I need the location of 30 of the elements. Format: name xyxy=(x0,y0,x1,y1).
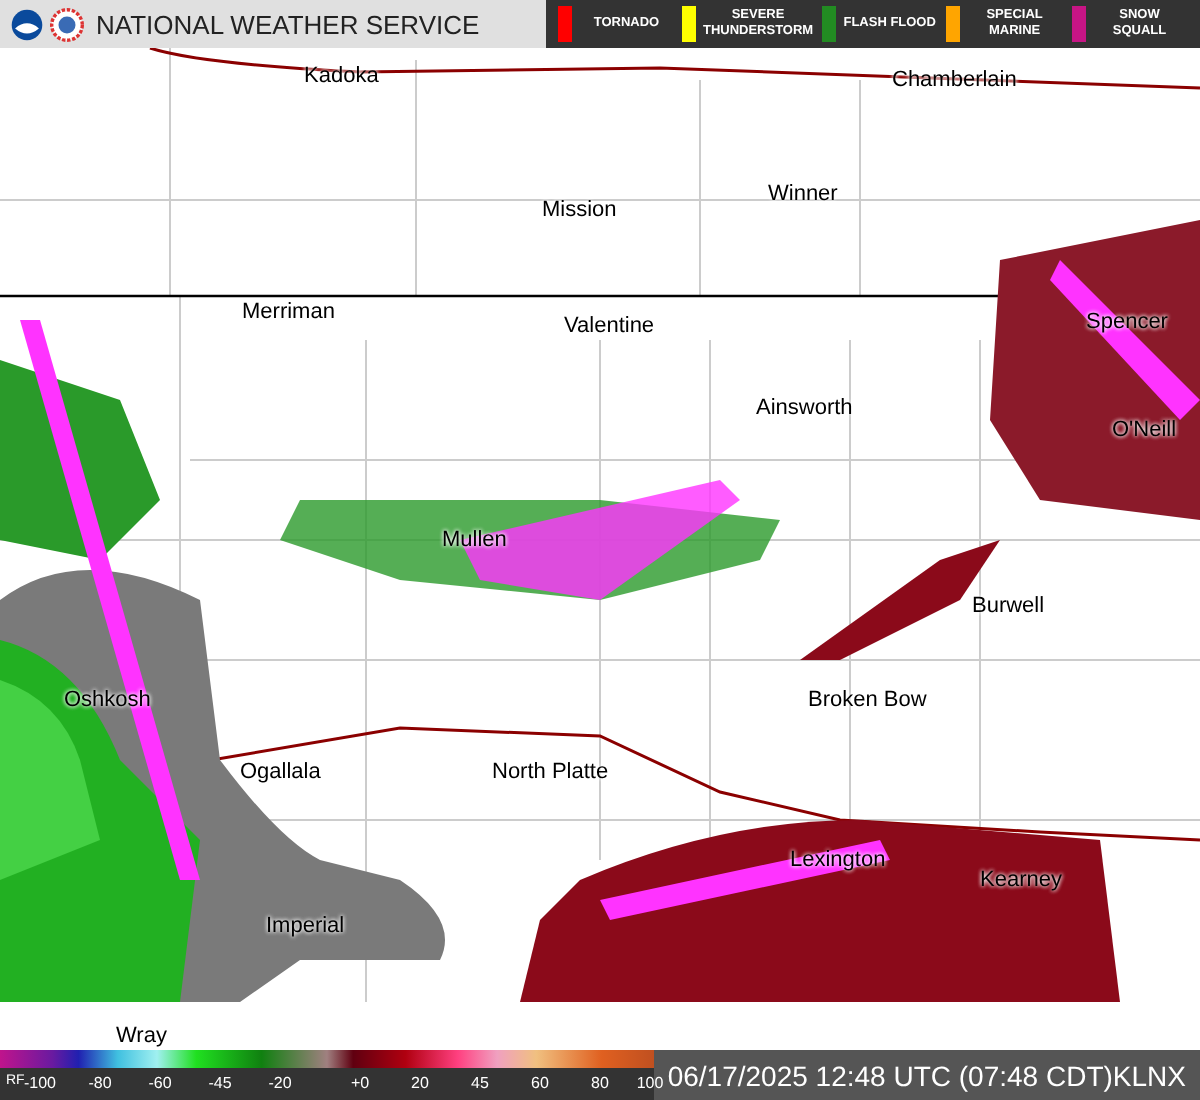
city-label: Merriman xyxy=(242,300,335,324)
scale-tick: -20 xyxy=(268,1074,292,1092)
city-label: North Platte xyxy=(492,760,609,784)
scale-tick: 80 xyxy=(591,1074,609,1092)
scale-tick: -45 xyxy=(208,1074,232,1092)
city-label: Ainsworth xyxy=(756,396,853,420)
city-label: Lexington xyxy=(790,848,886,872)
city-label: Mission xyxy=(542,198,617,222)
scale-tick: +0 xyxy=(350,1074,370,1092)
timestamp: 06/17/2025 12:48 UTC (07:48 CDT) xyxy=(667,1059,1113,1091)
scale-tick: 60 xyxy=(531,1074,549,1092)
city-label: Valentine xyxy=(564,314,655,338)
scale-tick: -100 xyxy=(24,1074,56,1092)
agency-title: NATIONAL WEATHER SERVICE xyxy=(96,9,480,39)
noaa-logo-icon xyxy=(10,7,44,41)
scale-tick: -80 xyxy=(88,1074,112,1092)
scale-tick: 20 xyxy=(411,1074,429,1092)
scale-tick: -60 xyxy=(148,1074,172,1092)
nws-logo-icon xyxy=(50,7,84,41)
city-label: Wray xyxy=(116,1024,167,1048)
city-label: Imperial xyxy=(266,914,345,938)
scale-tick: 45 xyxy=(471,1074,489,1092)
city-label: Kearney xyxy=(980,868,1062,892)
scale-tick: 100 xyxy=(636,1074,664,1092)
city-label: O'Neill xyxy=(1112,418,1177,442)
city-label: Ogallala xyxy=(240,760,321,784)
city-label: Winner xyxy=(768,182,838,206)
city-label: Broken Bow xyxy=(808,688,927,712)
city-label: Burwell xyxy=(972,594,1045,618)
station-id: KLNX xyxy=(1112,1059,1186,1091)
